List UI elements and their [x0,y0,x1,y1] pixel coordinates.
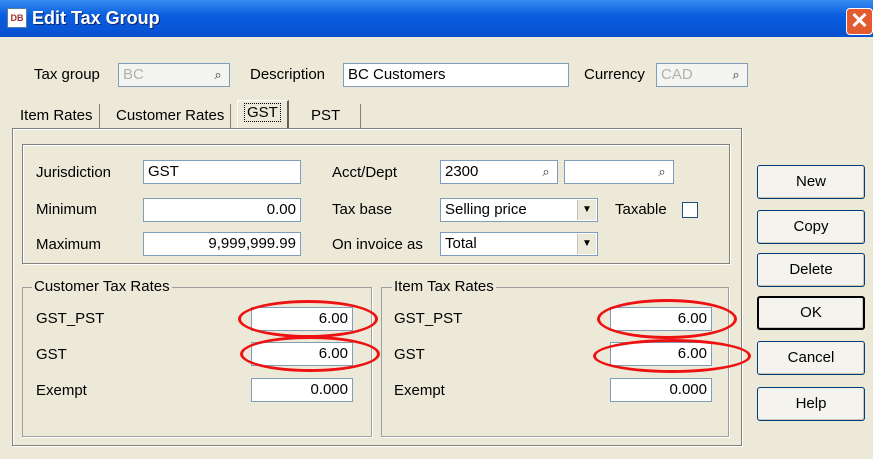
item-tax-rates-title: Item Tax Rates [392,278,496,295]
item-rate-label: Exempt [394,382,445,399]
on-invoice-select[interactable]: Total ▼ [440,232,598,256]
title-bar: DB Edit Tax Group [0,0,873,37]
jurisdiction-label: Jurisdiction [36,164,112,181]
tax-group-lookup-icon[interactable]: ⌕ [209,66,227,84]
tab-customer-rates[interactable]: Customer Rates [110,104,232,128]
acct-dept-label: Acct/Dept [332,164,398,181]
maximum-field[interactable]: 9,999,999.99 [143,232,301,256]
dept-field[interactable]: ⌕ [564,160,674,184]
customer-rate-exempt-field[interactable]: 0.000 [251,378,353,402]
new-button[interactable]: New [757,165,865,199]
app-icon: DB [7,8,27,28]
on-invoice-value: Total [445,235,477,252]
customer-rate-label: GST_PST [36,310,105,327]
highlight-oval [240,336,380,372]
tab-gst[interactable]: GST [237,100,289,129]
highlight-oval [238,300,378,338]
item-rate-exempt-field[interactable]: 0.000 [610,378,712,402]
help-button[interactable]: Help [757,387,865,421]
minimum-label: Minimum [36,201,97,218]
tab-item-rates[interactable]: Item Rates [14,104,100,128]
tax-group-field[interactable]: BC ⌕ [118,63,230,87]
chevron-down-icon[interactable]: ▼ [577,200,596,220]
taxable-label: Taxable [615,201,667,218]
maximum-label: Maximum [36,236,102,253]
acct-value: 2300 [445,163,479,180]
on-invoice-label: On invoice as [332,236,423,253]
chevron-down-icon[interactable]: ▼ [577,234,596,254]
cancel-button[interactable]: Cancel [757,341,865,375]
tax-base-label: Tax base [332,201,393,218]
acct-field[interactable]: 2300 ⌕ [440,160,558,184]
ok-button[interactable]: OK [757,296,865,330]
acct-lookup-icon[interactable]: ⌕ [537,163,555,181]
minimum-field[interactable]: 0.00 [143,198,301,222]
tax-group-value: BC [123,66,144,83]
currency-lookup-icon[interactable]: ⌕ [727,66,745,84]
item-rate-label: GST [394,346,425,363]
currency-label: Currency [584,66,645,83]
jurisdiction-field[interactable]: GST [143,160,301,184]
tab-gst-label: GST [244,103,281,122]
tax-base-value: Selling price [445,201,527,218]
copy-button[interactable]: Copy [757,210,865,244]
window-title: Edit Tax Group [32,8,160,28]
customer-rate-label: GST [36,346,67,363]
customer-rate-label: Exempt [36,382,87,399]
description-field[interactable]: BC Customers [343,63,569,87]
highlight-oval [593,339,751,373]
customer-tax-rates-title: Customer Tax Rates [32,278,172,295]
taxable-checkbox[interactable] [682,202,698,218]
tax-group-label: Tax group [34,66,100,83]
delete-button[interactable]: Delete [757,253,865,287]
description-label: Description [250,66,326,83]
currency-field[interactable]: CAD ⌕ [656,63,748,87]
close-button[interactable]: ✕ [846,8,873,35]
highlight-oval [597,299,737,339]
dept-lookup-icon[interactable]: ⌕ [653,163,671,181]
tab-pst[interactable]: PST [305,104,362,128]
item-rate-label: GST_PST [394,310,463,327]
currency-value: CAD [661,66,693,83]
tax-base-select[interactable]: Selling price ▼ [440,198,598,222]
